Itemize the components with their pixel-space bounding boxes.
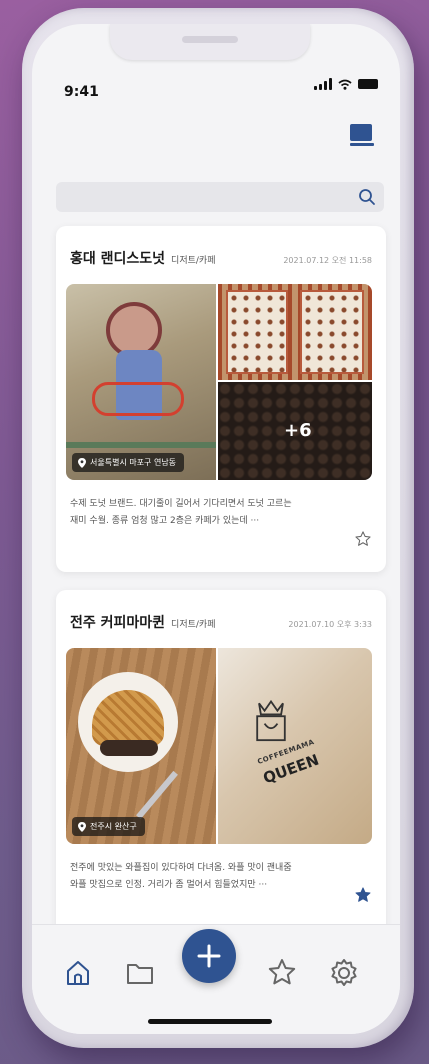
- location-text: 서울특별시 마포구 연남동: [90, 458, 177, 467]
- status-icons: [314, 78, 378, 90]
- wifi-icon: [338, 79, 352, 90]
- search-bar[interactable]: [56, 182, 384, 212]
- post-description: 전주에 맛있는 와플집이 있다하여 다녀옴. 와플 맛이 괜내줌 와플 맛집으로…: [70, 860, 340, 894]
- location-text: 전주시 완산구: [90, 822, 137, 831]
- home-icon[interactable]: [62, 957, 94, 989]
- app-screen: 9:41 홍대 랜디스도넛 디저트/카페 2021.07.12 오전 11:58…: [32, 24, 400, 1034]
- speaker: [182, 36, 238, 43]
- post-header: 전주 커피마마퀸 디저트/카페 2021.07.10 오후 3:33: [70, 612, 372, 632]
- post-description-line: 와플 맛집으로 인정. 거리가 좀 멀어서 힘들었지만 ···: [70, 880, 268, 890]
- post-description: 수제 도넛 브랜드. 대기줄이 길어서 기다리면서 도넛 고르는 재미 수월. …: [70, 496, 340, 530]
- post-date: 2021.07.12 오전 11:58: [283, 256, 372, 265]
- phone-frame: 9:41 홍대 랜디스도넛 디저트/카페 2021.07.12 오전 11:58…: [22, 8, 414, 1048]
- bottom-tab-bar: [32, 924, 400, 1034]
- location-tag: 서울특별시 마포구 연남동: [72, 453, 185, 472]
- post-category: 디저트/카페: [171, 620, 216, 630]
- photo-menu-board: [226, 290, 288, 374]
- settings-icon[interactable]: [328, 957, 360, 989]
- search-input[interactable]: [56, 182, 384, 212]
- post-photos[interactable]: 전주시 완산구 COFFEEMAMA QUEEN: [66, 648, 372, 844]
- post-header: 홍대 랜디스도넛 디저트/카페 2021.07.12 오전 11:58: [70, 248, 372, 268]
- search-icon[interactable]: [358, 188, 376, 206]
- location-pin-icon: [78, 821, 86, 832]
- post-title: 전주 커피마마퀸: [70, 615, 166, 631]
- star-icon[interactable]: [266, 957, 298, 989]
- photo-more[interactable]: +6: [218, 382, 372, 480]
- more-photos-count: +6: [284, 420, 312, 441]
- post-title: 홍대 랜디스도넛: [70, 251, 166, 267]
- photo-menu-board: [300, 290, 364, 374]
- list-view-icon-base: [350, 143, 374, 146]
- star-outline-icon[interactable]: [354, 530, 372, 548]
- photo-cream: [100, 740, 158, 756]
- photo-sign: [92, 382, 184, 416]
- photo-second[interactable]: COFFEEMAMA QUEEN: [218, 648, 372, 844]
- add-post-button[interactable]: [182, 929, 236, 983]
- notch: [110, 24, 310, 60]
- photo-thumb[interactable]: [218, 284, 372, 380]
- post-description-line: 전주에 맛있는 와플집이 있다하여 다녀옴. 와플 맛이 괜내줌: [70, 863, 292, 873]
- list-view-button[interactable]: [350, 124, 374, 146]
- status-time: 9:41: [64, 84, 99, 100]
- star-filled-icon[interactable]: [354, 886, 372, 904]
- add-icon: [197, 944, 221, 968]
- post-description-line: 재미 수월. 종류 엄청 많고 2층은 카페가 있는데 ···: [70, 516, 260, 526]
- list-view-icon: [350, 124, 372, 141]
- post-description-line: 수제 도넛 브랜드. 대기줄이 길어서 기다리면서 도넛 고르는: [70, 499, 292, 509]
- photo-fork: [136, 770, 178, 820]
- post-card[interactable]: 전주 커피마마퀸 디저트/카페 2021.07.10 오후 3:33 전주시 완…: [56, 590, 386, 938]
- photo-stripe: [66, 442, 216, 448]
- post-date: 2021.07.10 오후 3:33: [288, 620, 372, 629]
- folder-icon[interactable]: [124, 957, 156, 989]
- location-tag: 전주시 완산구: [72, 817, 145, 836]
- home-indicator: [148, 1019, 272, 1024]
- queen-logo-icon: [256, 699, 286, 742]
- photo-main[interactable]: 전주시 완산구: [66, 648, 216, 844]
- location-pin-icon: [78, 457, 86, 468]
- battery-icon: [358, 79, 378, 89]
- photo-main[interactable]: 서울특별시 마포구 연남동: [66, 284, 216, 480]
- post-category: 디저트/카페: [171, 256, 216, 266]
- post-photos[interactable]: 서울특별시 마포구 연남동 +6: [66, 284, 372, 480]
- signal-icon: [314, 78, 332, 90]
- post-card[interactable]: 홍대 랜디스도넛 디저트/카페 2021.07.12 오전 11:58 서울특별…: [56, 226, 386, 572]
